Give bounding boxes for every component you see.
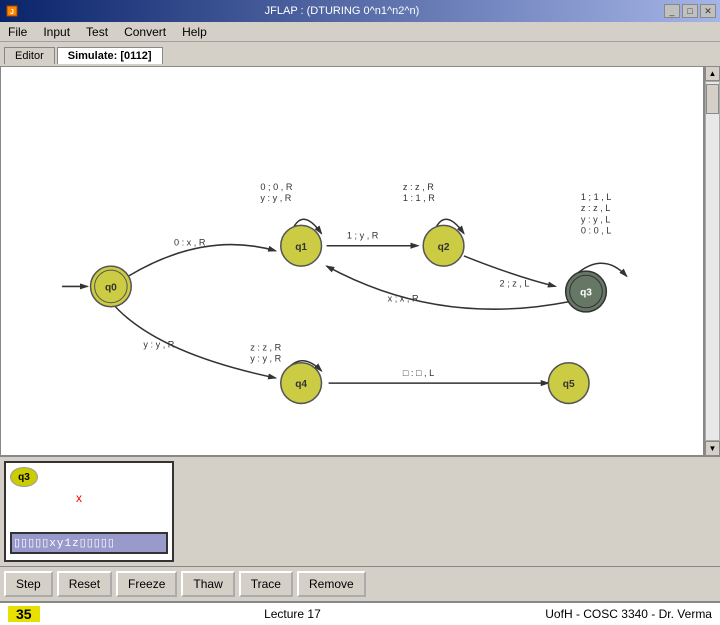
- step-button[interactable]: Step: [4, 571, 53, 597]
- trace-button[interactable]: Trace: [239, 571, 293, 597]
- svg-text:0 ; 0 , R: 0 ; 0 , R: [260, 182, 292, 192]
- tab-editor[interactable]: Editor: [4, 47, 55, 64]
- freeze-button[interactable]: Freeze: [116, 571, 177, 597]
- canvas-area: 0 ; 0 , R y : y , R z : z , R 1 : 1 , R …: [0, 66, 704, 456]
- svg-text:2 ; z , L: 2 ; z , L: [500, 278, 530, 288]
- svg-text:1 ; y , R: 1 ; y , R: [347, 231, 379, 241]
- menu-help[interactable]: Help: [178, 24, 211, 40]
- svg-text:y : y , R: y : y , R: [250, 354, 281, 364]
- svg-text:y : y , L: y : y , L: [581, 214, 610, 224]
- tape-content: ▯▯▯▯▯xy1z▯▯▯▯▯: [10, 532, 168, 554]
- svg-text:0 : 0 , L: 0 : 0 , L: [581, 226, 612, 236]
- window-controls: _ □ ✕: [664, 4, 716, 18]
- close-button[interactable]: ✕: [700, 4, 716, 18]
- remove-button[interactable]: Remove: [297, 571, 366, 597]
- maximize-button[interactable]: □: [682, 4, 698, 18]
- svg-text:1 ; 1 , L: 1 ; 1 , L: [581, 192, 612, 202]
- menu-test[interactable]: Test: [82, 24, 112, 40]
- title-bar: J JFLAP : (DTURING 0^n1^n2^n) _ □ ✕: [0, 0, 720, 22]
- svg-text:0 : x , R: 0 : x , R: [174, 238, 206, 248]
- tape-text: ▯▯▯▯▯xy1z▯▯▯▯▯: [14, 536, 115, 550]
- tab-bar: Editor Simulate: [0112]: [0, 42, 720, 66]
- tab-simulate[interactable]: Simulate: [0112]: [57, 47, 163, 64]
- thaw-button[interactable]: Thaw: [181, 571, 234, 597]
- svg-text:J: J: [10, 9, 14, 16]
- svg-text:z : z , R: z : z , R: [403, 182, 434, 192]
- menu-file[interactable]: File: [4, 24, 31, 40]
- scroll-thumb[interactable]: [706, 84, 719, 114]
- menu-convert[interactable]: Convert: [120, 24, 170, 40]
- svg-text:q1: q1: [295, 242, 307, 253]
- svg-text:y : y , R: y : y , R: [260, 193, 291, 203]
- scroll-track[interactable]: [705, 81, 720, 441]
- cursor-indicator: x: [76, 491, 82, 505]
- center-text: Lecture 17: [264, 607, 321, 621]
- current-state-label: q3: [10, 467, 38, 487]
- minimize-button[interactable]: _: [664, 4, 680, 18]
- menu-input[interactable]: Input: [39, 24, 74, 40]
- svg-text:z : z , R: z : z , R: [250, 343, 281, 353]
- app-icon: J: [4, 3, 20, 19]
- state-display: q3 x ▯▯▯▯▯xy1z▯▯▯▯▯: [4, 461, 174, 562]
- svg-text:1 : 1 , R: 1 : 1 , R: [403, 193, 435, 203]
- status-bar: 35 Lecture 17 UofH - COSC 3340 - Dr. Ver…: [0, 601, 720, 625]
- svg-text:q4: q4: [295, 379, 307, 390]
- svg-text:q2: q2: [438, 242, 450, 253]
- scroll-up-button[interactable]: ▲: [705, 66, 720, 81]
- button-bar: Step Reset Freeze Thaw Trace Remove: [0, 566, 720, 601]
- right-text: UofH - COSC 3340 - Dr. Verma: [545, 607, 712, 621]
- slide-number: 35: [8, 606, 40, 622]
- turing-machine-diagram: 0 ; 0 , R y : y , R z : z , R 1 : 1 , R …: [1, 67, 703, 455]
- svg-text:□ : □ , L: □ : □ , L: [403, 368, 434, 378]
- svg-text:x ; x , R: x ; x , R: [388, 294, 419, 304]
- scrollbar[interactable]: ▲ ▼: [704, 66, 720, 456]
- simulation-area: q3 x ▯▯▯▯▯xy1z▯▯▯▯▯: [0, 456, 720, 566]
- svg-text:q0: q0: [105, 283, 117, 294]
- main-content: 0 ; 0 , R y : y , R z : z , R 1 : 1 , R …: [0, 66, 720, 456]
- svg-text:q5: q5: [563, 379, 575, 390]
- svg-text:q3: q3: [580, 288, 592, 299]
- scroll-down-button[interactable]: ▼: [705, 441, 720, 456]
- window-title: JFLAP : (DTURING 0^n1^n2^n): [20, 5, 664, 17]
- svg-text:z : z , L: z : z , L: [581, 203, 610, 213]
- menu-bar: File Input Test Convert Help: [0, 22, 720, 42]
- reset-button[interactable]: Reset: [57, 571, 112, 597]
